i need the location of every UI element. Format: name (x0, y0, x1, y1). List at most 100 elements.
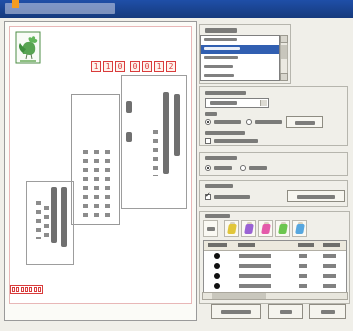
print-list-table[interactable] (203, 240, 347, 293)
sender-postal-box (11, 287, 15, 292)
tag-tab-purple[interactable] (241, 220, 256, 237)
font-list-item-selected[interactable] (201, 45, 279, 54)
table-header (204, 241, 346, 251)
selected-bullet-icon (214, 283, 220, 289)
recipient-address-dotted-line (153, 130, 158, 176)
sender-address-line-1 (51, 187, 57, 243)
recipient-name-line-1 (126, 101, 132, 113)
font-list-item[interactable] (201, 63, 279, 72)
sender-address-line-2 (61, 187, 67, 247)
postal-digit-6: 1 (154, 61, 164, 72)
column-header (208, 243, 227, 247)
tag-tab-blue[interactable] (292, 220, 307, 237)
table-row[interactable] (204, 262, 346, 270)
column-header (238, 243, 255, 247)
font-list[interactable] (200, 35, 280, 81)
radio-option-2[interactable] (246, 119, 252, 125)
recipient-name-column-2 (94, 150, 99, 222)
table-cell (299, 274, 307, 278)
table-cell (299, 264, 307, 268)
setting-label (205, 112, 217, 116)
tag-tab-pink[interactable] (258, 220, 273, 237)
font-list-item[interactable] (201, 36, 279, 45)
tag-icon (227, 224, 237, 234)
table-cell (323, 274, 336, 278)
sender-print-label (205, 184, 233, 188)
tag-icon (244, 224, 254, 234)
table-row[interactable] (204, 272, 346, 280)
tag-icon (278, 224, 288, 234)
list-tabs[interactable] (203, 220, 345, 238)
table-cell (299, 254, 307, 258)
small-action-button[interactable] (286, 116, 323, 128)
table-row[interactable] (204, 252, 346, 260)
print-button-label (280, 310, 292, 314)
radio-option-1-label (214, 120, 241, 124)
table-cell (239, 254, 271, 258)
direction-select-value (210, 101, 237, 105)
print-preview-settings-button[interactable] (211, 304, 261, 319)
radio-option-1[interactable] (205, 119, 211, 125)
column-header (323, 243, 340, 247)
sender-settings-button-label (297, 195, 335, 199)
recipient-name-line-2 (126, 132, 132, 142)
sender-print-checkbox[interactable] (205, 191, 211, 200)
tag-icon (261, 224, 271, 234)
table-cell (323, 254, 336, 258)
recipient-name-column-3 (105, 150, 110, 222)
title-radio-2-label (249, 166, 267, 170)
recipient-address-line-2 (174, 94, 180, 156)
table-row[interactable] (204, 282, 346, 290)
font-list-item[interactable] (201, 54, 279, 63)
text-direction-group (199, 86, 348, 146)
selected-bullet-icon (214, 263, 220, 269)
rooster-stamp-icon (14, 31, 42, 64)
font-list-scroll-thumb[interactable] (281, 45, 287, 59)
postal-digit-5: 0 (142, 61, 152, 72)
tab-all-label (207, 227, 215, 231)
postal-digit-2: 1 (103, 61, 113, 72)
selected-bullet-icon (214, 273, 220, 279)
title-radio-2[interactable] (240, 165, 246, 171)
customer-code-checkbox[interactable] (205, 138, 211, 144)
sender-postal-box (16, 287, 20, 292)
scroll-down-icon[interactable] (280, 73, 288, 81)
customer-code-checkbox-label (214, 139, 258, 143)
postal-digit-1: 1 (91, 61, 101, 72)
font-settings-label (205, 28, 237, 33)
recipient-postal-code: 1 1 0 0 0 1 2 (91, 61, 191, 72)
table-cell (323, 284, 336, 288)
table-cell (323, 264, 336, 268)
print-preview-settings-button-label (221, 310, 251, 314)
table-cell (239, 274, 271, 278)
title-radio-1[interactable] (205, 165, 211, 171)
postal-digit-4: 0 (130, 61, 140, 72)
radio-option-2-label (255, 120, 282, 124)
tab-all[interactable] (203, 220, 218, 237)
window-title (5, 3, 115, 14)
close-button-label (321, 310, 335, 314)
sender-settings-button[interactable] (287, 190, 345, 202)
postal-digit-7: 2 (166, 61, 176, 72)
recipient-address-line-1 (163, 92, 169, 174)
sender-print-checkbox-label (214, 195, 250, 199)
chevron-down-icon (260, 100, 267, 106)
table-cell (239, 264, 271, 268)
direction-select[interactable] (205, 98, 269, 108)
title-radio-1-label (214, 166, 232, 170)
scroll-up-icon[interactable] (280, 35, 288, 43)
table-scroll-thumb[interactable] (212, 293, 266, 299)
sender-postal-box (29, 287, 33, 292)
tag-tab-yellow[interactable] (224, 220, 239, 237)
text-direction-label (205, 91, 246, 95)
sender-name-column-1 (36, 201, 41, 239)
print-button[interactable] (268, 304, 303, 319)
font-list-item[interactable] (201, 72, 279, 80)
rooster-stamp-svg (15, 31, 41, 64)
close-button[interactable] (309, 304, 346, 319)
tag-tab-green[interactable] (275, 220, 290, 237)
small-action-button-label (295, 121, 315, 125)
print-list-label (205, 214, 230, 218)
print-window: 1 1 0 0 0 1 2 (0, 0, 353, 331)
title-settings-label (205, 156, 237, 160)
